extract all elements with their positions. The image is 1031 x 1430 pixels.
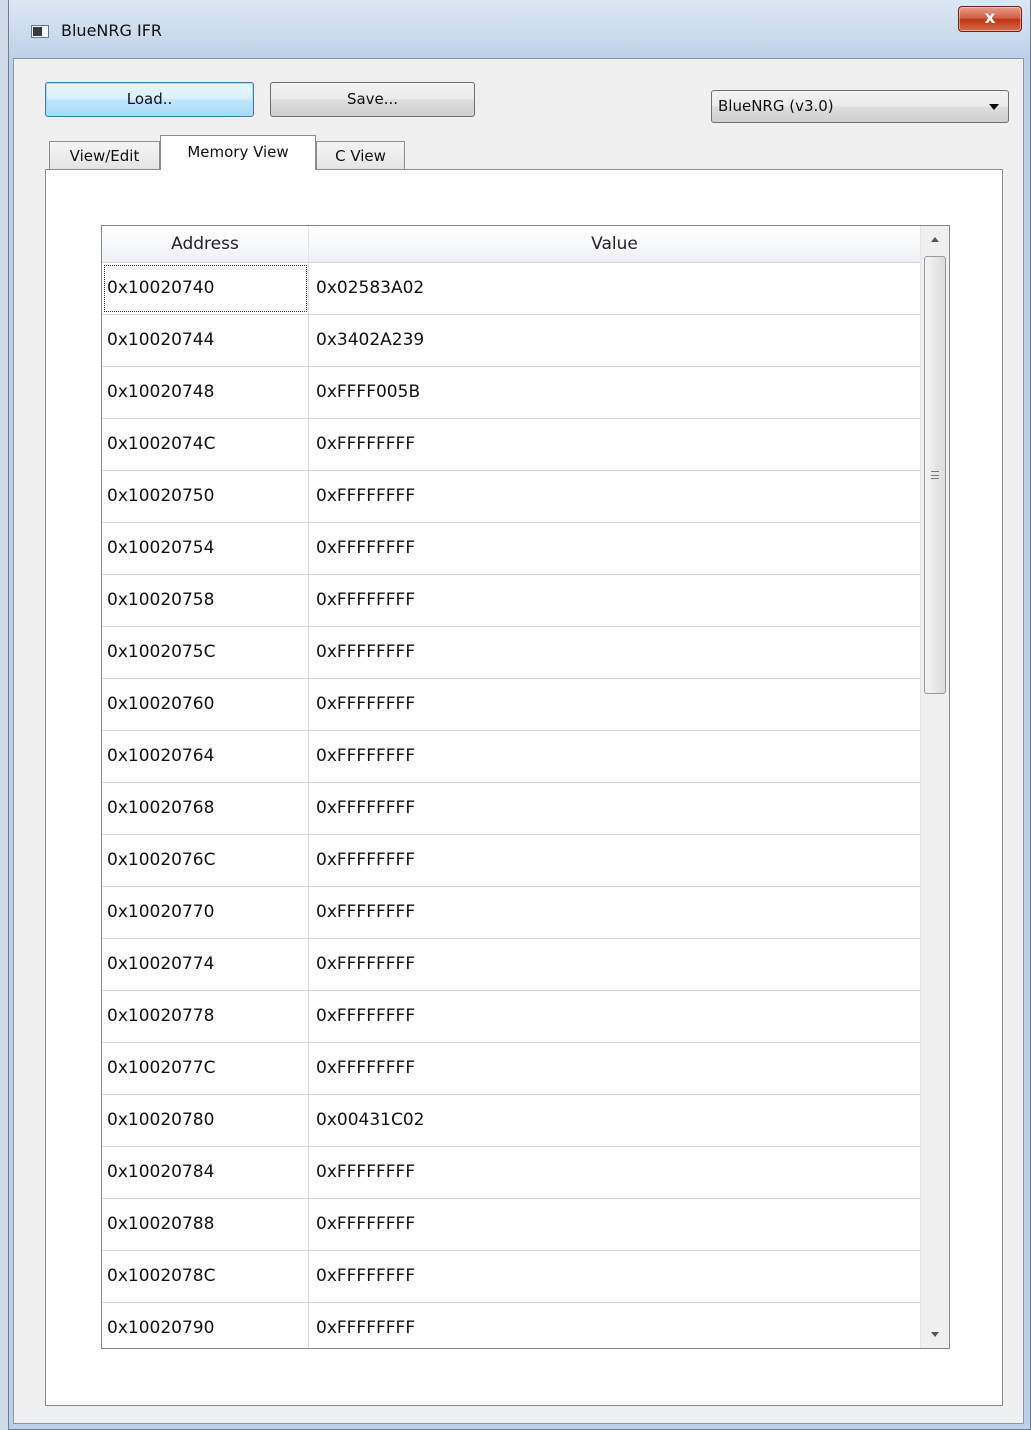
value-cell[interactable]: 0xFFFFFFFF [309, 783, 920, 834]
value-cell[interactable]: 0xFFFFFFFF [309, 523, 920, 574]
value-cell[interactable]: 0xFFFFFFFF [309, 991, 920, 1042]
value-cell[interactable]: 0xFFFFFFFF [309, 679, 920, 730]
device-select[interactable]: BlueNRG (v3.0) [711, 90, 1009, 123]
column-header-value[interactable]: Value [309, 226, 920, 263]
address-cell[interactable]: 0x10020784 [102, 1147, 309, 1198]
value-cell[interactable]: 0xFFFFFFFF [309, 1303, 920, 1348]
address-cell[interactable]: 0x10020770 [102, 887, 309, 938]
value-cell[interactable]: 0xFFFFFFFF [309, 575, 920, 626]
value-cell[interactable]: 0xFFFFFFFF [309, 939, 920, 990]
address-cell[interactable]: 0x10020748 [102, 367, 309, 418]
address-cell[interactable]: 0x1002075C [102, 627, 309, 678]
address-cell[interactable]: 0x10020774 [102, 939, 309, 990]
table-row[interactable]: 0x10020768 0xFFFFFFFF [102, 783, 920, 835]
memory-view-panel: Address Value 0x10020740 0x02583A02 0x1002… [45, 169, 1003, 1406]
tab-view-edit[interactable]: View/Edit [49, 141, 160, 171]
address-cell[interactable]: 0x10020790 [102, 1303, 309, 1348]
address-cell[interactable]: 0x10020768 [102, 783, 309, 834]
scroll-down-arrow-icon[interactable] [921, 1319, 949, 1348]
table-row[interactable]: 0x10020754 0xFFFFFFFF [102, 523, 920, 575]
table-row[interactable]: 0x10020790 0xFFFFFFFF [102, 1303, 920, 1348]
scroll-up-arrow-icon[interactable] [921, 226, 949, 255]
scrollbar-thumb[interactable] [924, 256, 946, 694]
value-cell[interactable]: 0xFFFFFFFF [309, 627, 920, 678]
address-cell[interactable]: 0x10020758 [102, 575, 309, 626]
address-cell[interactable]: 0x10020778 [102, 991, 309, 1042]
value-cell[interactable]: 0x3402A239 [309, 315, 920, 366]
table-row[interactable]: 0x10020740 0x02583A02 [102, 263, 920, 315]
grip-icon [931, 471, 939, 479]
value-cell[interactable]: 0xFFFFFFFF [309, 1199, 920, 1250]
address-cell[interactable]: 0x1002077C [102, 1043, 309, 1094]
table-row[interactable]: 0x1002078C 0xFFFFFFFF [102, 1251, 920, 1303]
app-icon [31, 25, 49, 38]
value-cell[interactable]: 0xFFFFFFFF [309, 419, 920, 470]
table-row[interactable]: 0x1002077C 0xFFFFFFFF [102, 1043, 920, 1095]
chevron-down-icon [989, 104, 999, 110]
value-cell[interactable]: 0xFFFFFFFF [309, 1147, 920, 1198]
vertical-scrollbar[interactable] [920, 226, 949, 1348]
address-cell[interactable]: 0x10020764 [102, 731, 309, 782]
value-cell[interactable]: 0x02583A02 [309, 263, 920, 314]
tab-memory-view[interactable]: Memory View [160, 135, 316, 170]
address-cell[interactable]: 0x10020780 [102, 1095, 309, 1146]
table-row[interactable]: 0x10020748 0xFFFF005B [102, 367, 920, 419]
table-row[interactable]: 0x10020750 0xFFFFFFFF [102, 471, 920, 523]
device-select-value: BlueNRG (v3.0) [718, 97, 834, 115]
tab-c-view[interactable]: C View [316, 141, 405, 171]
address-cell[interactable]: 0x10020760 [102, 679, 309, 730]
table-row[interactable]: 0x1002074C 0xFFFFFFFF [102, 419, 920, 471]
address-cell[interactable]: 0x1002074C [102, 419, 309, 470]
client-area: Load.. Save... BlueNRG (v3.0) View/Edit … [13, 58, 1024, 1424]
table-row[interactable]: 0x10020784 0xFFFFFFFF [102, 1147, 920, 1199]
table-row[interactable]: 0x10020780 0x00431C02 [102, 1095, 920, 1147]
load-button[interactable]: Load.. [45, 82, 254, 117]
table-row[interactable]: 0x10020788 0xFFFFFFFF [102, 1199, 920, 1251]
value-cell[interactable]: 0xFFFFFFFF [309, 471, 920, 522]
value-cell[interactable]: 0x00431C02 [309, 1095, 920, 1146]
main-window: BlueNRG IFR x Load.. Save... BlueNRG (v3… [8, 0, 1031, 1430]
table-row[interactable]: 0x10020744 0x3402A239 [102, 315, 920, 367]
address-cell[interactable]: 0x1002078C [102, 1251, 309, 1302]
address-cell[interactable]: 0x10020750 [102, 471, 309, 522]
table-row[interactable]: 0x10020758 0xFFFFFFFF [102, 575, 920, 627]
value-cell[interactable]: 0xFFFFFFFF [309, 731, 920, 782]
table-row[interactable]: 0x10020760 0xFFFFFFFF [102, 679, 920, 731]
title-bar[interactable]: BlueNRG IFR x [9, 0, 1030, 58]
close-button[interactable]: x [958, 6, 1022, 32]
address-cell[interactable]: 0x1002076C [102, 835, 309, 886]
column-header-address[interactable]: Address [102, 226, 309, 263]
table-row[interactable]: 0x10020778 0xFFFFFFFF [102, 991, 920, 1043]
table-row[interactable]: 0x10020764 0xFFFFFFFF [102, 731, 920, 783]
table-row[interactable]: 0x1002076C 0xFFFFFFFF [102, 835, 920, 887]
table-row[interactable]: 0x1002075C 0xFFFFFFFF [102, 627, 920, 679]
table-row[interactable]: 0x10020770 0xFFFFFFFF [102, 887, 920, 939]
address-cell[interactable]: 0x10020754 [102, 523, 309, 574]
table-body: 0x10020740 0x02583A02 0x10020744 0x3402A239… [102, 263, 920, 1348]
table-row[interactable]: 0x10020774 0xFFFFFFFF [102, 939, 920, 991]
value-cell[interactable]: 0xFFFFFFFF [309, 1251, 920, 1302]
save-button[interactable]: Save... [270, 82, 475, 117]
address-cell[interactable]: 0x10020740 [102, 263, 309, 314]
window-title: BlueNRG IFR [61, 21, 163, 40]
table-header: Address Value [102, 226, 920, 263]
address-cell[interactable]: 0x10020788 [102, 1199, 309, 1250]
value-cell[interactable]: 0xFFFFFFFF [309, 1043, 920, 1094]
value-cell[interactable]: 0xFFFFFFFF [309, 887, 920, 938]
value-cell[interactable]: 0xFFFF005B [309, 367, 920, 418]
address-cell[interactable]: 0x10020744 [102, 315, 309, 366]
memory-table: Address Value 0x10020740 0x02583A02 0x1002… [101, 225, 950, 1349]
value-cell[interactable]: 0xFFFFFFFF [309, 835, 920, 886]
